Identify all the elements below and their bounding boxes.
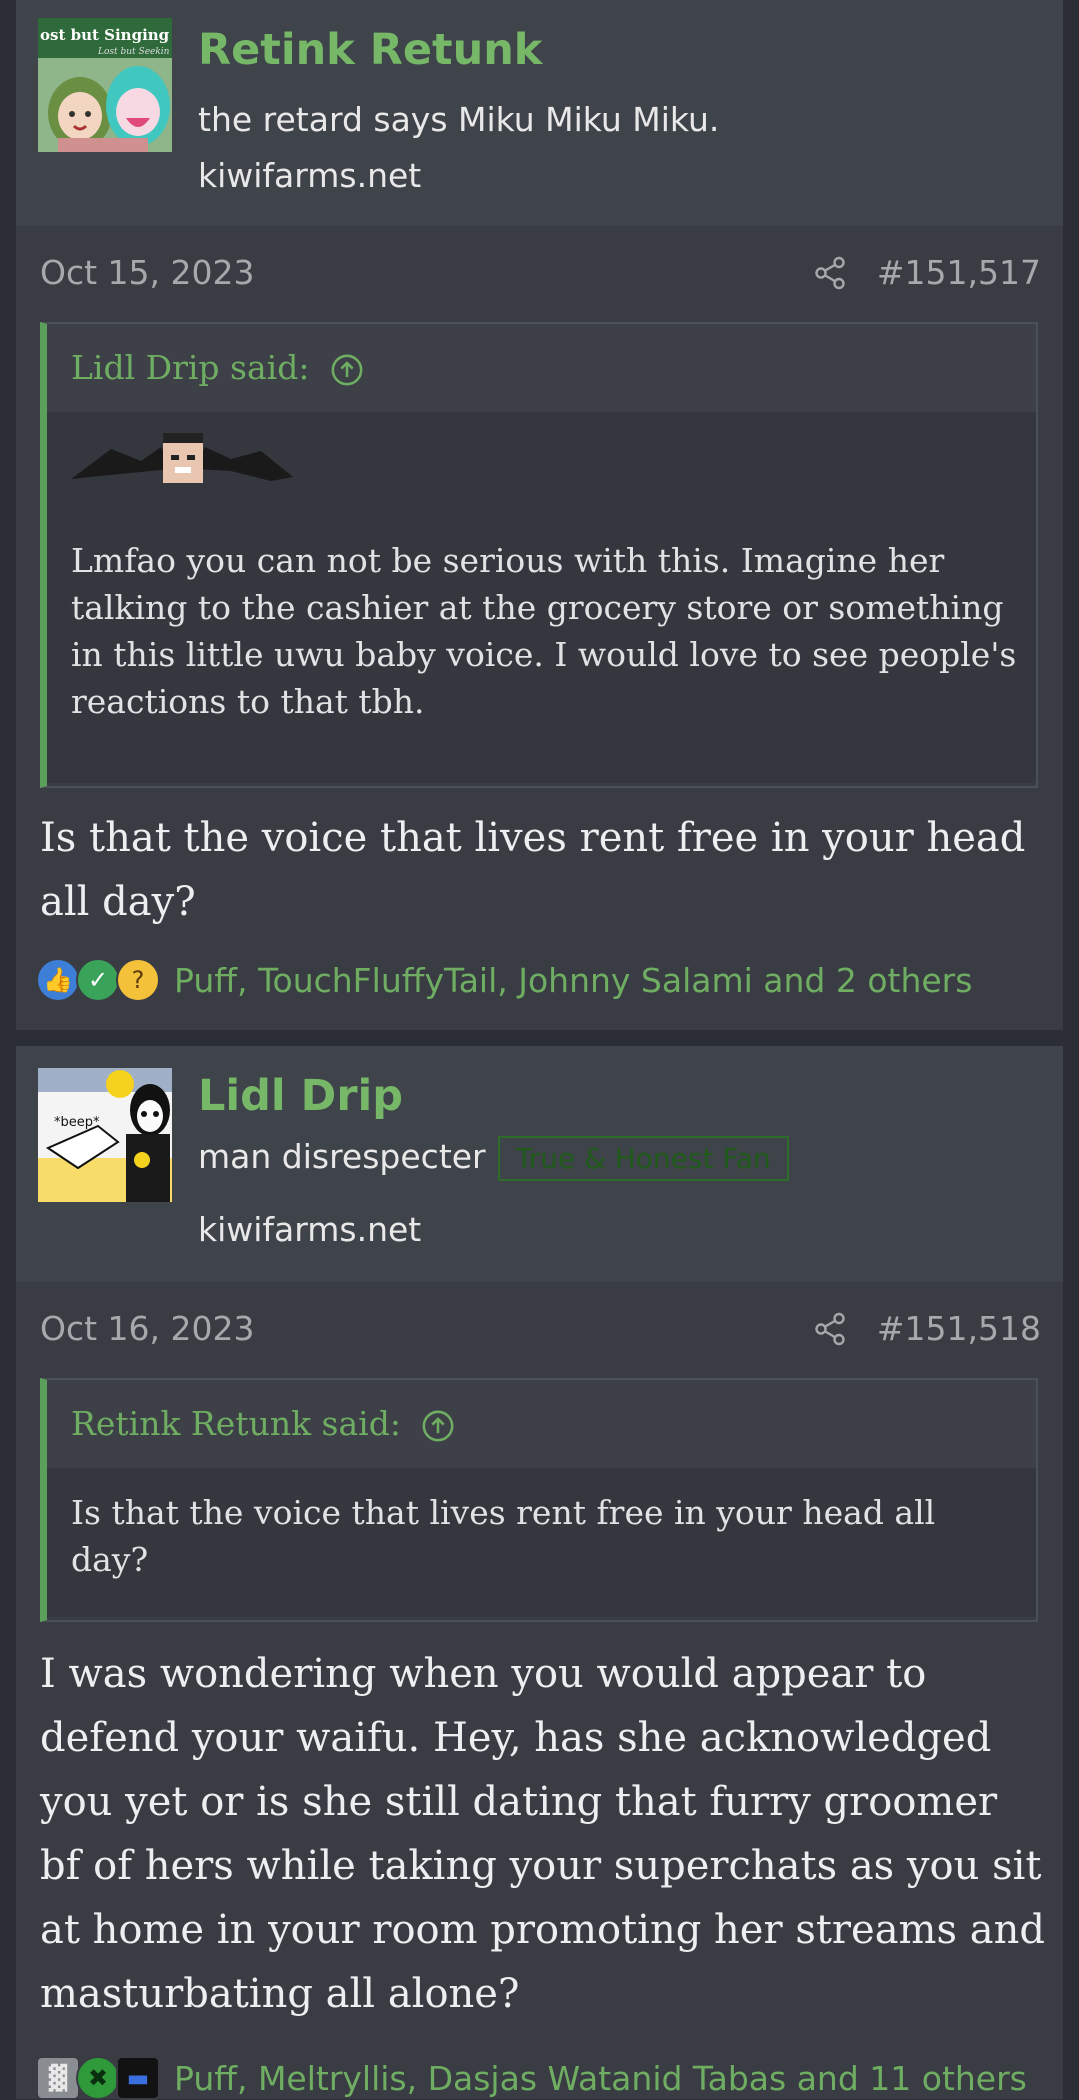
reactions-list[interactable]: Puff, Meltryllis, Dasjas Watanid Tabas a… — [174, 2059, 1027, 2098]
like-icon: 👍 — [36, 958, 80, 1002]
quote-text: Lmfao you can not be serious with this. … — [71, 541, 1017, 721]
quote-block: Lidl Drip said: Lmfao you can not be ser… — [40, 322, 1038, 788]
quote-author[interactable]: Lidl Drip said: — [71, 348, 309, 387]
post-date[interactable]: Oct 16, 2023 — [40, 1309, 255, 1348]
quote-author-link[interactable]: Lidl Drip said: — [71, 348, 364, 387]
reactions-bar[interactable]: ▓ ✖ ▬ Puff, Meltryllis, Dasjas Watanid T… — [36, 2056, 1027, 2100]
quote-image — [71, 433, 293, 483]
username[interactable]: Retink Retunk — [198, 25, 542, 75]
thinking-icon: ? — [116, 958, 160, 1002]
quote-body: Is that the voice that lives rent free i… — [47, 1469, 1036, 1617]
quote-header: Retink Retunk said: — [47, 1380, 1036, 1469]
post-151518: *beep* Lidl Drip man disrespecter True & … — [16, 1046, 1063, 2100]
user-banner: True & Honest Fan — [497, 1136, 789, 1181]
post-number[interactable]: #151,518 — [877, 1309, 1041, 1348]
username[interactable]: Lidl Drip — [198, 1071, 403, 1121]
svg-text:*beep*: *beep* — [54, 1115, 100, 1130]
post-user-header: *beep* Lidl Drip man disrespecter True & … — [16, 1046, 1063, 1282]
site-label: kiwifarms.net — [198, 156, 422, 195]
post-date[interactable]: Oct 15, 2023 — [40, 253, 255, 292]
svg-text:ost but Singing: ost but Singing — [40, 26, 170, 44]
arrow-up-circle-icon[interactable] — [330, 353, 364, 387]
user-avatar[interactable]: ost but Singing Lost but Seekin — [38, 18, 172, 152]
site-label: kiwifarms.net — [198, 1210, 422, 1249]
post-number[interactable]: #151,517 — [877, 253, 1041, 292]
quote-author[interactable]: Retink Retunk said: — [71, 1404, 401, 1443]
quote-header: Lidl Drip said: — [47, 324, 1036, 413]
share-icon[interactable] — [812, 255, 848, 291]
post-user-header: ost but Singing Lost but Seekin Retink R… — [16, 0, 1063, 226]
x-icon: ✖ — [76, 2056, 120, 2100]
quote-body: Lmfao you can not be serious with this. … — [47, 413, 1036, 783]
svg-text:Lost but Seekin: Lost but Seekin — [97, 47, 170, 57]
top-hat-icon: ▬ — [116, 2056, 160, 2100]
quote-block: Retink Retunk said: Is that the voice th… — [40, 1378, 1038, 1622]
arrow-up-circle-icon[interactable] — [421, 1409, 455, 1443]
user-title: the retard says Miku Miku Miku. — [198, 100, 720, 139]
reactions-list[interactable]: Puff, TouchFluffyTail, Johnny Salami and… — [174, 961, 972, 1000]
user-title-row: man disrespecter True & Honest Fan — [198, 1136, 789, 1181]
quote-text: Is that the voice that lives rent free i… — [71, 1493, 936, 1579]
post-message: I was wondering when you would appear to… — [40, 1651, 1045, 2017]
reactions-bar[interactable]: 👍 ✓ ? Puff, TouchFluffyTail, Johnny Sala… — [36, 958, 972, 1002]
user-avatar[interactable]: *beep* — [38, 1068, 172, 1202]
user-title: man disrespecter — [198, 1137, 486, 1176]
post-151517: ost but Singing Lost but Seekin Retink R… — [16, 0, 1063, 1030]
trash-icon: ▓ — [36, 2056, 80, 2100]
agree-icon: ✓ — [76, 958, 120, 1002]
quote-author-link[interactable]: Retink Retunk said: — [71, 1404, 455, 1443]
share-icon[interactable] — [812, 1311, 848, 1347]
post-message: Is that the voice that lives rent free i… — [40, 815, 1026, 925]
